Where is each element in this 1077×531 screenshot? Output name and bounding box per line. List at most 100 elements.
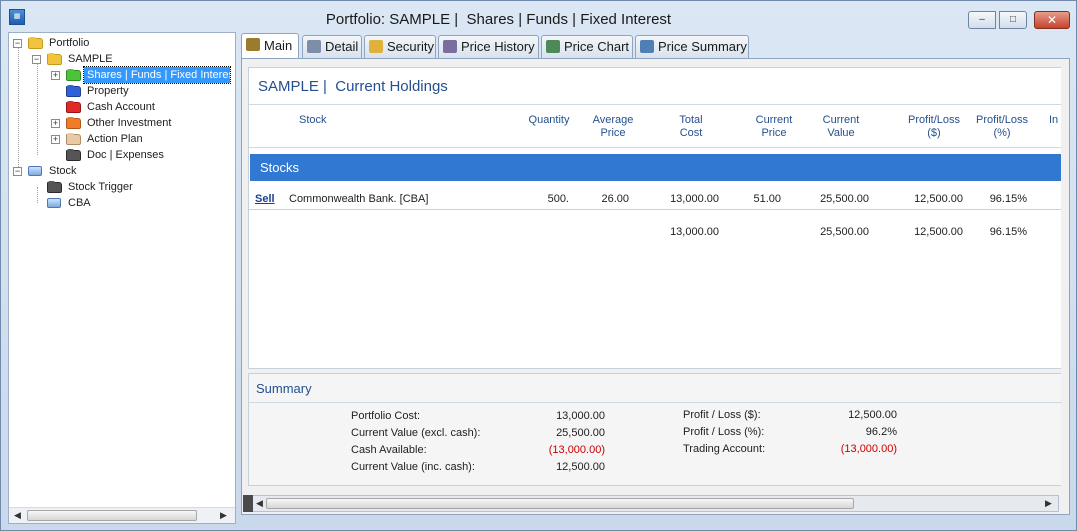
tab-price-summary[interactable]: Price Summary	[635, 35, 749, 58]
tab-price-chart[interactable]: Price Chart	[541, 35, 633, 58]
tree-item-action-plan[interactable]: + Action Plan	[50, 131, 230, 147]
tree-item-cash-account[interactable]: Cash Account	[50, 99, 230, 115]
cell-current-value: 25,500.00	[820, 193, 869, 205]
price-chart-tab-icon	[546, 40, 560, 53]
scroll-left-icon[interactable]: ◀	[256, 498, 263, 509]
gray-folder-icon	[47, 181, 62, 193]
scroll-right-icon[interactable]: ▶	[1045, 498, 1052, 509]
price-summary-tab-icon	[640, 40, 654, 53]
main-horizontal-scrollbar[interactable]: ◀ ▶	[243, 495, 1059, 512]
expand-icon[interactable]: +	[51, 135, 60, 144]
profit-loss-pct-value: 96.2%	[865, 426, 897, 438]
profit-loss-pct-total: 96.15%	[989, 226, 1027, 238]
minimize-button[interactable]: –	[968, 11, 996, 29]
collapse-icon[interactable]: −	[32, 55, 41, 64]
sell-link-label[interactable]: Sell	[255, 193, 275, 205]
current-holdings-panel: SAMPLE | Current Holdings Stock Quantity…	[248, 67, 1061, 369]
window-title: Portfolio: SAMPLE | Shares | Funds | Fix…	[325, 11, 672, 28]
tree-item-portfolio[interactable]: − Portfolio	[12, 35, 232, 51]
red-folder-icon	[66, 101, 81, 113]
tab-price-history[interactable]: Price History	[438, 35, 539, 58]
tree-horizontal-scrollbar[interactable]: ◀ ▶	[9, 507, 235, 523]
profit-loss-total: 12,500.00	[914, 226, 963, 238]
tree-item-property[interactable]: Property	[50, 83, 230, 99]
tree-item-stock-trigger[interactable]: Stock Trigger	[31, 179, 231, 195]
cell-current-price: 51.00	[753, 193, 781, 205]
sell-link[interactable]: Sell	[255, 193, 275, 205]
tree-item-shares[interactable]: + Shares | Funds | Fixed Interest	[50, 66, 235, 84]
profit-loss-dollar-value: 12,500.00	[848, 409, 897, 421]
close-button[interactable]: ✕	[1034, 11, 1070, 29]
scroll-left-icon[interactable]: ◀	[14, 510, 21, 521]
app-window: ▦ Portfolio: SAMPLE | Shares | Funds | F…	[0, 0, 1077, 531]
tree-item-doc-expenses[interactable]: Doc | Expenses	[50, 147, 230, 163]
profit-loss-dollar-label: Profit / Loss ($):	[683, 409, 761, 421]
divider	[249, 104, 1061, 105]
cash-available-label: Cash Available:	[351, 444, 427, 456]
column-header-profit-loss-pct[interactable]: Profit/Loss (%)	[969, 114, 1035, 140]
maximize-button[interactable]: □	[999, 11, 1027, 29]
stack-icon	[47, 198, 61, 208]
cell-profit-loss-pct: 96.15%	[989, 193, 1027, 205]
orange-folder-icon	[66, 117, 81, 129]
summary-panel: Summary Portfolio Cost: 13,000.00 Curren…	[248, 373, 1062, 486]
tree-connector	[18, 47, 19, 171]
tree-label: Stock	[49, 165, 77, 177]
tree-label: Other Investment	[87, 117, 172, 129]
security-tab-icon	[369, 40, 383, 53]
cell-profit-loss: 12,500.00	[914, 193, 963, 205]
current-value-excl-value: 25,500.00	[556, 427, 605, 439]
scroll-thumb[interactable]	[27, 510, 197, 521]
expand-icon[interactable]: +	[51, 71, 60, 80]
tree-label: Action Plan	[87, 133, 143, 145]
stack-icon	[28, 166, 42, 176]
tab-main[interactable]: Main	[241, 33, 299, 59]
collapse-icon[interactable]: −	[13, 167, 22, 176]
scroll-right-icon[interactable]: ▶	[220, 510, 227, 521]
current-value-total: 25,500.00	[820, 226, 869, 238]
current-value-inc-label: Current Value (inc. cash):	[351, 461, 475, 473]
cell-average-price: 26.00	[601, 193, 629, 205]
gray-folder-icon	[66, 149, 81, 161]
tab-label: Price History	[461, 39, 535, 54]
column-header-current-value[interactable]: Current Value	[811, 114, 871, 140]
tree-item-stock[interactable]: − Stock	[12, 163, 212, 179]
tree-item-other-investment[interactable]: + Other Investment	[50, 115, 230, 131]
portfolio-tree: − Portfolio − SAMPLE + Shares | Funds | …	[8, 32, 236, 524]
profit-loss-pct-label: Profit / Loss (%):	[683, 426, 765, 438]
scrollbar-edge	[243, 495, 253, 512]
cell-stock: Commonwealth Bank. [CBA]	[289, 193, 429, 205]
tab-label: Main	[264, 38, 293, 53]
column-header-current-price[interactable]: Current Price	[744, 114, 804, 140]
tree-label: CBA	[68, 197, 91, 209]
tree-label: Stock Trigger	[68, 181, 133, 193]
group-header-stocks: Stocks	[250, 154, 1061, 181]
price-history-tab-icon	[443, 40, 457, 53]
tab-label: Security	[387, 39, 434, 54]
tab-security[interactable]: Security	[364, 35, 436, 58]
open-folder-icon	[28, 37, 43, 49]
tab-detail[interactable]: Detail	[302, 35, 362, 58]
tree-label: Doc | Expenses	[87, 149, 164, 161]
tree-item-sample[interactable]: − SAMPLE	[31, 51, 231, 67]
beige-folder-icon	[66, 133, 81, 145]
tree-label: SAMPLE	[68, 53, 113, 65]
column-header-average-price[interactable]: Average Price	[583, 114, 643, 140]
column-header-profit-loss-dollar[interactable]: Profit/Loss ($)	[899, 114, 969, 140]
main-tab-icon	[246, 38, 260, 51]
tree-connector	[37, 63, 38, 155]
expand-icon[interactable]: +	[51, 119, 60, 128]
total-cost-total: 13,000.00	[670, 226, 719, 238]
portfolio-cost-label: Portfolio Cost:	[351, 410, 421, 422]
portfolio-cost-value: 13,000.00	[556, 410, 605, 422]
scroll-thumb[interactable]	[266, 498, 854, 509]
trading-account-value: (13,000.00)	[840, 443, 897, 455]
main-content: SAMPLE | Current Holdings Stock Quantity…	[241, 58, 1070, 515]
current-value-excl-label: Current Value (excl. cash):	[351, 427, 481, 439]
column-header-stock[interactable]: Stock	[299, 114, 327, 127]
tree-item-cba[interactable]: CBA	[31, 195, 231, 211]
collapse-icon[interactable]: −	[13, 39, 22, 48]
column-header-total-cost[interactable]: Total Cost	[661, 114, 721, 140]
column-header-quantity[interactable]: Quantity	[519, 114, 579, 127]
column-header-more[interactable]: In	[1049, 114, 1058, 127]
